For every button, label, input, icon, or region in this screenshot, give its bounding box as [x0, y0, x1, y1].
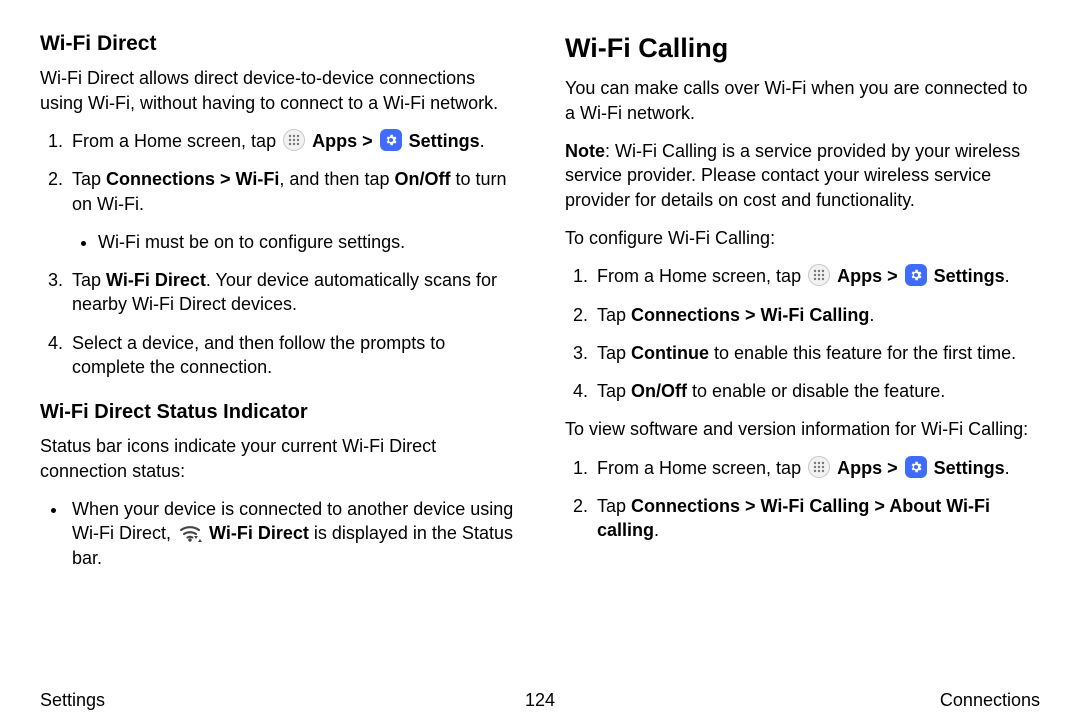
bold: Wi-Fi Direct	[209, 523, 309, 543]
text: to enable or disable the feature.	[687, 381, 945, 401]
text: .	[654, 520, 659, 540]
heading-status-indicator: Wi-Fi Direct Status Indicator	[40, 399, 515, 426]
settings-icon	[380, 129, 402, 151]
apps-label: Apps	[837, 266, 887, 286]
text: From a Home screen, tap	[72, 131, 281, 151]
step-2: Tap Connections > Wi-Fi Calling.	[593, 303, 1040, 327]
step-3: Tap Wi-Fi Direct. Your device automatica…	[68, 268, 515, 317]
apps-label: Apps	[837, 458, 887, 478]
text: From a Home screen, tap	[597, 458, 806, 478]
step-4: Tap On/Off to enable or disable the feat…	[593, 379, 1040, 403]
apps-icon	[808, 264, 830, 286]
view-label: To view software and version information…	[565, 417, 1040, 441]
footer-left: Settings	[40, 690, 180, 711]
apps-icon	[808, 456, 830, 478]
sub-bullet: Wi-Fi must be on to configure settings.	[98, 230, 515, 254]
chevron: >	[887, 266, 898, 286]
wifi-direct-icon	[178, 522, 202, 542]
heading-wifi-direct: Wi-Fi Direct	[40, 30, 515, 58]
text: .	[869, 305, 874, 325]
step-1: From a Home screen, tap Apps > Settings.	[68, 129, 515, 153]
status-bullets: When your device is connected to another…	[40, 497, 515, 570]
step-2-sublist: Wi-Fi must be on to configure settings.	[72, 230, 515, 254]
settings-label: Settings	[934, 458, 1005, 478]
text: Tap	[72, 270, 106, 290]
text: From a Home screen, tap	[597, 266, 806, 286]
step-2: Tap Connections > Wi-Fi, and then tap On…	[68, 167, 515, 254]
note-text: : Wi-Fi Calling is a service provided by…	[565, 141, 1020, 210]
right-column: Wi-Fi Calling You can make calls over Wi…	[540, 30, 1050, 680]
text: to enable this feature for the first tim…	[709, 343, 1016, 363]
apps-label: Apps	[312, 131, 362, 151]
bold: Wi-Fi Direct	[106, 270, 206, 290]
footer-page-number: 124	[180, 690, 900, 711]
step-3: Tap Continue to enable this feature for …	[593, 341, 1040, 365]
bold: Connections > Wi-Fi Calling	[631, 305, 869, 325]
status-bullet: When your device is connected to another…	[68, 497, 515, 570]
footer-right: Connections	[900, 690, 1040, 711]
settings-icon	[905, 456, 927, 478]
page-footer: Settings 124 Connections	[0, 680, 1080, 720]
bold: Continue	[631, 343, 709, 363]
bold: On/Off	[631, 381, 687, 401]
wifi-direct-steps: From a Home screen, tap Apps > Settings.…	[40, 129, 515, 379]
period: .	[480, 131, 485, 151]
configure-label: To configure Wi-Fi Calling:	[565, 226, 1040, 250]
period: .	[1005, 458, 1010, 478]
text: Tap	[597, 305, 631, 325]
period: .	[1005, 266, 1010, 286]
heading-wifi-calling: Wi-Fi Calling	[565, 30, 1040, 66]
text: Tap	[597, 343, 631, 363]
wifi-calling-note: Note: Wi-Fi Calling is a service provide…	[565, 139, 1040, 212]
page-body: Wi-Fi Direct Wi-Fi Direct allows direct …	[0, 0, 1080, 680]
left-column: Wi-Fi Direct Wi-Fi Direct allows direct …	[40, 30, 540, 680]
wifi-direct-intro: Wi-Fi Direct allows direct device-to-dev…	[40, 66, 515, 115]
text: Tap	[597, 381, 631, 401]
wifi-calling-intro: You can make calls over Wi-Fi when you a…	[565, 76, 1040, 125]
text: Tap	[597, 496, 631, 516]
note-label: Note	[565, 141, 605, 161]
text: , and then tap	[279, 169, 394, 189]
settings-icon	[905, 264, 927, 286]
apps-icon	[283, 129, 305, 151]
step-4: Select a device, and then follow the pro…	[68, 331, 515, 380]
view-steps: From a Home screen, tap Apps > Settings.…	[565, 456, 1040, 543]
text: Tap	[72, 169, 106, 189]
bold: On/Off	[394, 169, 450, 189]
bold: Connections > Wi-Fi	[106, 169, 279, 189]
settings-label: Settings	[934, 266, 1005, 286]
status-intro: Status bar icons indicate your current W…	[40, 434, 515, 483]
step-2: Tap Connections > Wi-Fi Calling > About …	[593, 494, 1040, 543]
configure-steps: From a Home screen, tap Apps > Settings.…	[565, 264, 1040, 403]
chevron: >	[362, 131, 373, 151]
settings-label: Settings	[409, 131, 480, 151]
step-1: From a Home screen, tap Apps > Settings.	[593, 456, 1040, 480]
chevron: >	[887, 458, 898, 478]
step-1: From a Home screen, tap Apps > Settings.	[593, 264, 1040, 288]
